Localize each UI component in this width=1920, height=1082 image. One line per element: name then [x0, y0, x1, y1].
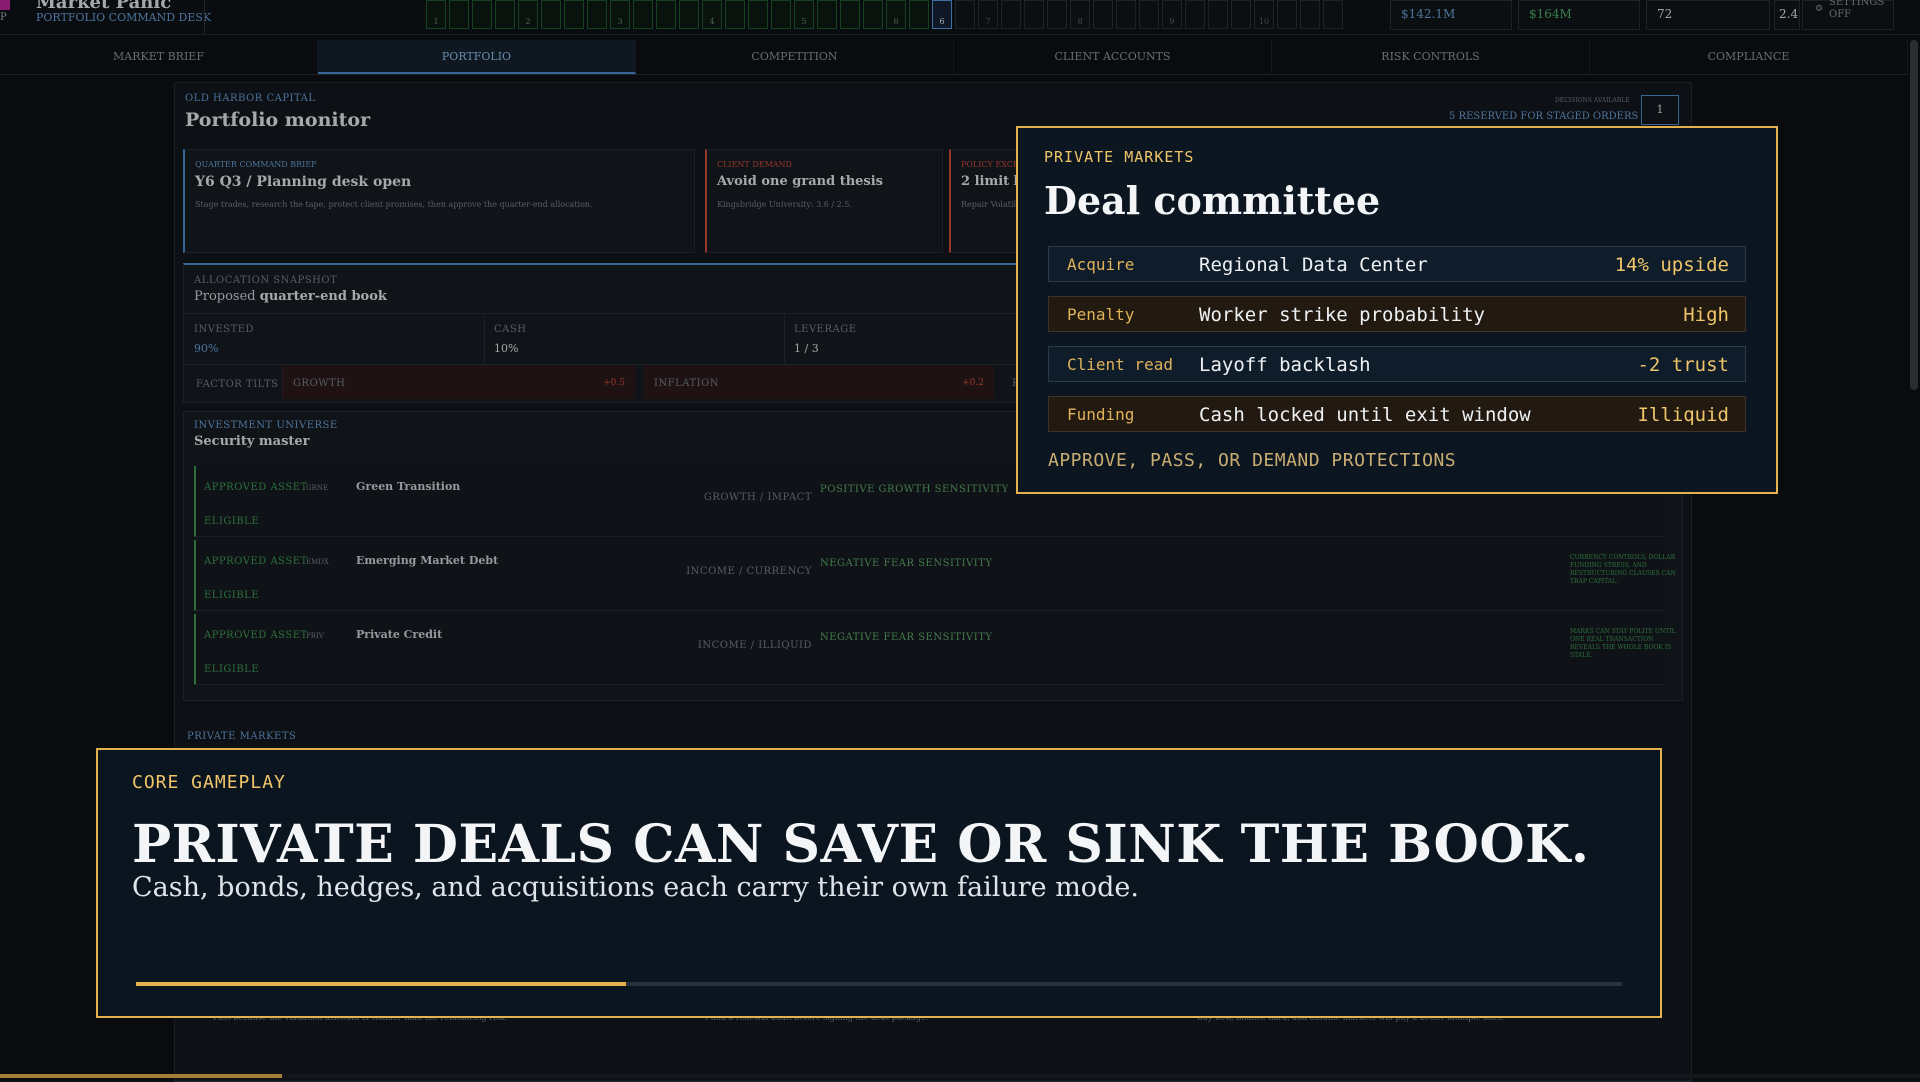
core-gameplay-banner: CORE GAMEPLAY PRIVATE DEALS CAN SAVE OR … — [96, 748, 1662, 1018]
deal-row-value: Layoff backlash — [1199, 354, 1371, 376]
deal-row-key: Funding — [1067, 405, 1135, 424]
core-progress-bar — [136, 982, 1622, 986]
deal-row-result: High — [1683, 304, 1729, 326]
deal-committee-panel: PRIVATE MARKETS Deal committee Acquire R… — [1016, 126, 1778, 494]
deal-row-value: Regional Data Center — [1199, 254, 1428, 276]
deal-instructions: APPROVE, PASS, OR DEMAND PROTECTIONS — [1048, 450, 1457, 471]
deal-row-key: Penalty — [1067, 305, 1135, 324]
deal-row-value: Cash locked until exit window — [1199, 404, 1531, 426]
core-title: PRIVATE DEALS CAN SAVE OR SINK THE BOOK. — [132, 814, 1590, 875]
core-kicker: CORE GAMEPLAY — [132, 772, 286, 793]
deal-title: Deal committee — [1044, 178, 1381, 223]
deal-kicker: PRIVATE MARKETS — [1044, 148, 1195, 166]
deal-row-key: Client read — [1067, 355, 1173, 374]
core-progress-fill — [136, 982, 627, 986]
deal-row-funding: Funding Cash locked until exit window Il… — [1048, 396, 1746, 432]
deal-row-acquire: Acquire Regional Data Center 14% upside — [1048, 246, 1746, 282]
deal-row-key: Acquire — [1067, 255, 1135, 274]
deal-row-result: -2 trust — [1637, 354, 1729, 376]
core-subtitle: Cash, bonds, hedges, and acquisitions ea… — [132, 872, 1139, 903]
deal-row-penalty: Penalty Worker strike probability High — [1048, 296, 1746, 332]
deal-row-client-read: Client read Layoff backlash -2 trust — [1048, 346, 1746, 382]
deal-row-result: Illiquid — [1637, 404, 1729, 426]
deal-row-result: 14% upside — [1614, 254, 1729, 276]
deal-row-value: Worker strike probability — [1199, 304, 1485, 326]
